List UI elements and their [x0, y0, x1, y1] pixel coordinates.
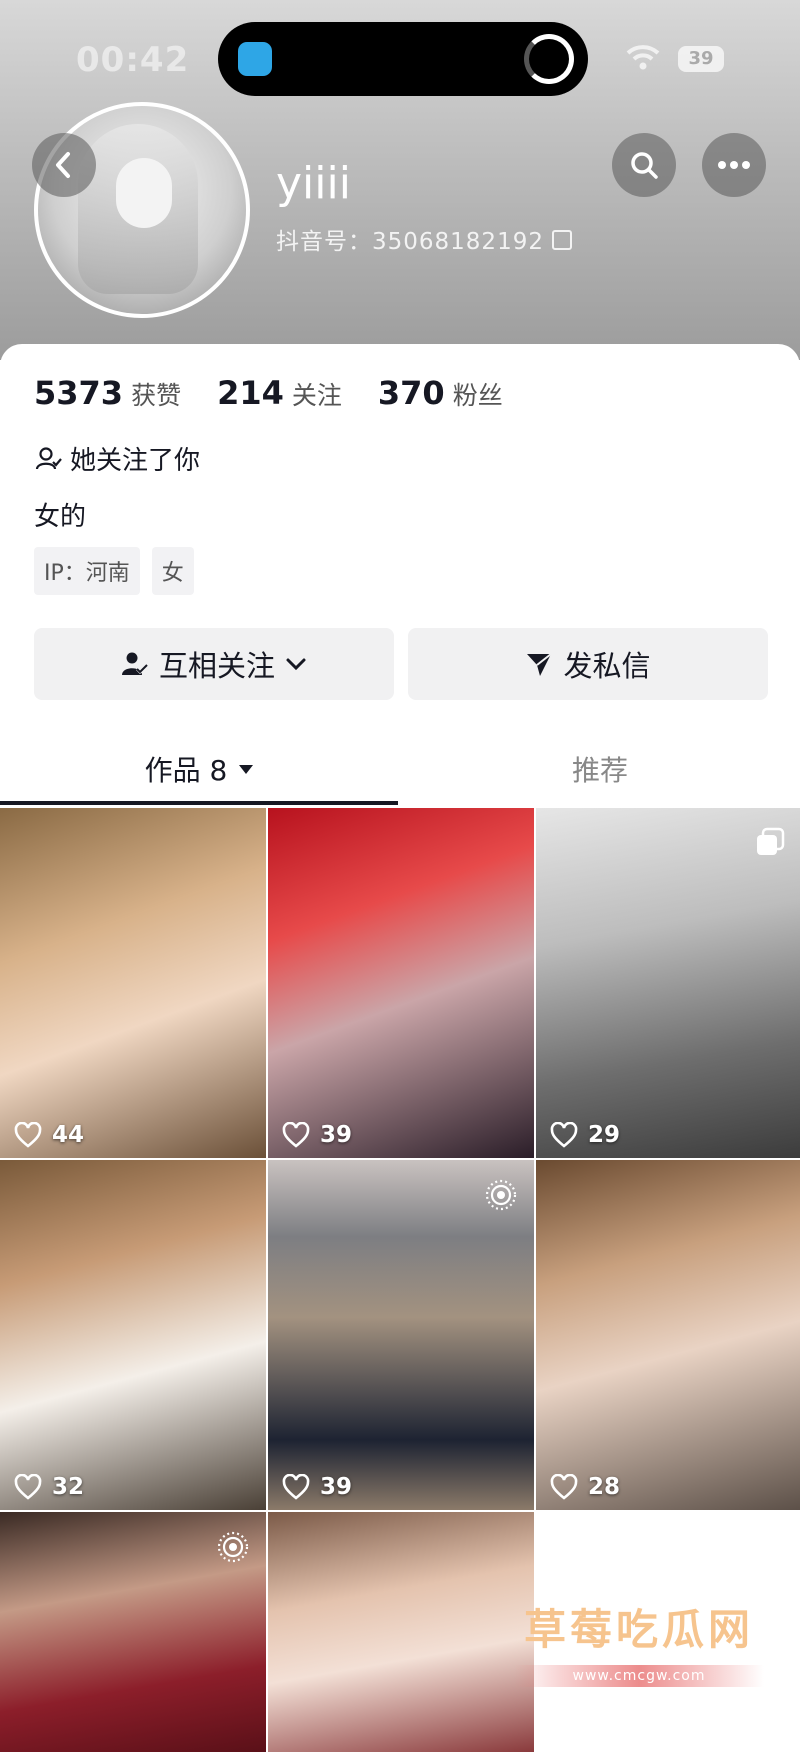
follows-you-note: 她关注了你	[34, 440, 200, 477]
message-label: 发私信	[563, 649, 651, 683]
nickname: yiiii	[276, 158, 351, 209]
video-thumbnail[interactable]: 29	[536, 808, 800, 1158]
search-button[interactable]	[612, 133, 676, 197]
watermark-title: 草莓吃瓜网	[523, 1605, 754, 1654]
dynamic-island	[218, 22, 588, 96]
tab-works-label: 作品 8	[144, 754, 228, 787]
like-count: 44	[14, 1122, 84, 1148]
tags-row: IP：河南 女	[34, 547, 206, 595]
stat-following[interactable]: 214 关注	[217, 374, 342, 412]
like-count-value: 39	[320, 1474, 353, 1500]
stat-following-value: 214	[217, 374, 284, 412]
bio: 女的	[34, 502, 87, 532]
ip-tag: IP：河南	[34, 547, 140, 595]
video-thumbnail[interactable]: 28	[536, 1160, 800, 1510]
like-count: 32	[14, 1474, 84, 1500]
back-button[interactable]	[32, 133, 96, 197]
mutual-follow-label: 互相关注	[158, 649, 275, 683]
copy-icon[interactable]	[551, 230, 572, 250]
loading-ring-icon	[524, 34, 574, 84]
video-thumbnail[interactable]: 44	[0, 808, 266, 1158]
video-thumbnail[interactable]	[0, 1512, 266, 1752]
caret-down-icon	[239, 765, 254, 774]
heart-icon	[282, 1474, 310, 1500]
heart-icon	[14, 1122, 42, 1148]
multi-image-icon	[757, 827, 785, 855]
search-icon	[631, 152, 658, 179]
douyin-id-text: 抖音号：35068182192	[276, 229, 544, 255]
message-button[interactable]: 发私信	[408, 628, 768, 700]
like-count: 29	[550, 1122, 620, 1148]
stat-followers[interactable]: 370 粉丝	[378, 374, 503, 412]
like-count-value: 39	[320, 1122, 353, 1148]
stat-followers-label: 粉丝	[452, 381, 503, 410]
person-icon	[35, 446, 62, 469]
like-count-value: 29	[588, 1122, 621, 1148]
like-count-value: 28	[588, 1474, 621, 1500]
stat-likes[interactable]: 5373 获赞	[34, 374, 181, 412]
more-dots-icon	[718, 161, 750, 169]
video-thumbnail[interactable]	[268, 1512, 534, 1752]
wifi-icon	[626, 45, 660, 70]
follows-you-text: 她关注了你	[70, 446, 201, 476]
live-photo-icon	[485, 1179, 517, 1211]
send-message-icon	[527, 653, 553, 676]
video-thumbnail[interactable]: 32	[0, 1160, 266, 1510]
chevron-left-icon	[56, 152, 70, 178]
heart-icon	[550, 1122, 578, 1148]
video-thumbnail[interactable]: 39	[268, 1160, 534, 1510]
status-time: 00:42	[76, 40, 190, 80]
like-count-value: 44	[52, 1122, 85, 1148]
more-button[interactable]	[702, 133, 766, 197]
tab-recommend-label: 推荐	[571, 754, 628, 787]
tab-works[interactable]: 作品 8	[0, 734, 400, 804]
stat-likes-label: 获赞	[131, 381, 182, 410]
battery-icon: 39	[678, 46, 724, 72]
like-count: 39	[282, 1122, 352, 1148]
like-count: 39	[282, 1474, 352, 1500]
heart-icon	[14, 1474, 42, 1500]
douyin-id[interactable]: 抖音号：35068182192	[276, 222, 572, 256]
gender-tag: 女	[151, 547, 194, 595]
watermark: 草莓吃瓜网 www.cmcgw.com	[514, 1596, 764, 1687]
watermark-url: www.cmcgw.com	[514, 1665, 764, 1687]
action-buttons: 互相关注 发私信	[34, 628, 782, 700]
stats-row: 5373 获赞 214 关注 370 粉丝	[34, 374, 539, 412]
stat-likes-value: 5373	[34, 374, 124, 412]
live-photo-icon	[217, 1531, 249, 1563]
tab-recommend[interactable]: 推荐	[400, 734, 800, 804]
mutual-follow-icon	[121, 652, 149, 675]
active-tab-indicator	[0, 801, 398, 805]
like-count: 28	[550, 1474, 620, 1500]
content-tabs: 作品 8 推荐	[0, 734, 800, 806]
heart-icon	[282, 1122, 310, 1148]
mutual-follow-button[interactable]: 互相关注	[34, 628, 394, 700]
video-thumbnail[interactable]: 39	[268, 808, 534, 1158]
stat-followers-value: 370	[377, 374, 445, 412]
status-bar: 00:42 39	[0, 22, 800, 100]
telegram-icon	[238, 42, 272, 76]
stat-following-label: 关注	[291, 381, 342, 410]
heart-icon	[550, 1474, 578, 1500]
chevron-down-icon	[286, 658, 306, 671]
like-count-value: 32	[52, 1474, 85, 1500]
